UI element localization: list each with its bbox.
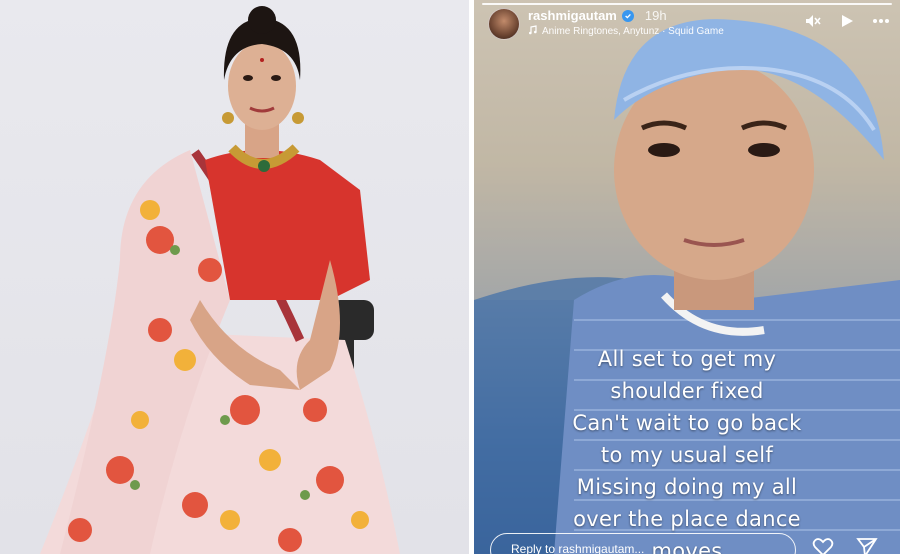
reply-placeholder: Reply to rashmigautam... xyxy=(511,542,645,554)
portrait-illustration xyxy=(40,6,400,554)
caption-line: Missing doing my all xyxy=(576,475,798,499)
caption-line: shoulder fixed xyxy=(610,379,764,403)
muted-speaker-icon[interactable] xyxy=(804,12,822,30)
verified-badge-icon xyxy=(621,9,634,22)
portrait-photo xyxy=(0,0,469,554)
play-icon[interactable] xyxy=(838,12,856,30)
story-caption: All set to get my shoulder fixed Can't w… xyxy=(474,343,900,554)
music-info[interactable]: Anime Ringtones, Anytunz · Squid Game xyxy=(528,25,724,38)
send-icon[interactable] xyxy=(856,536,878,554)
post-time: 19h xyxy=(644,8,667,23)
caption-line: Can't wait to go back xyxy=(572,411,802,435)
reply-input[interactable]: Reply to rashmigautam... xyxy=(490,533,796,554)
story-controls xyxy=(804,12,890,30)
story-progress-bar xyxy=(482,3,892,5)
caption-line: to my usual self xyxy=(600,443,774,467)
more-options-icon[interactable] xyxy=(872,12,890,30)
caption-line: All set to get my xyxy=(597,347,777,371)
story-meta: rashmigautam 19h Anime Ringtones, Anytun… xyxy=(528,8,724,38)
heart-icon[interactable] xyxy=(812,536,834,554)
music-label: Anime Ringtones, Anytunz · Squid Game xyxy=(542,26,724,37)
username[interactable]: rashmigautam xyxy=(528,8,617,23)
story-actions xyxy=(812,536,878,554)
avatar[interactable] xyxy=(488,8,520,40)
music-note-icon xyxy=(528,25,538,38)
caption-line: over the place dance xyxy=(573,507,801,531)
instagram-story: rashmigautam 19h Anime Ringtones, Anytun… xyxy=(474,0,900,554)
story-header: rashmigautam 19h Anime Ringtones, Anytun… xyxy=(488,8,890,42)
